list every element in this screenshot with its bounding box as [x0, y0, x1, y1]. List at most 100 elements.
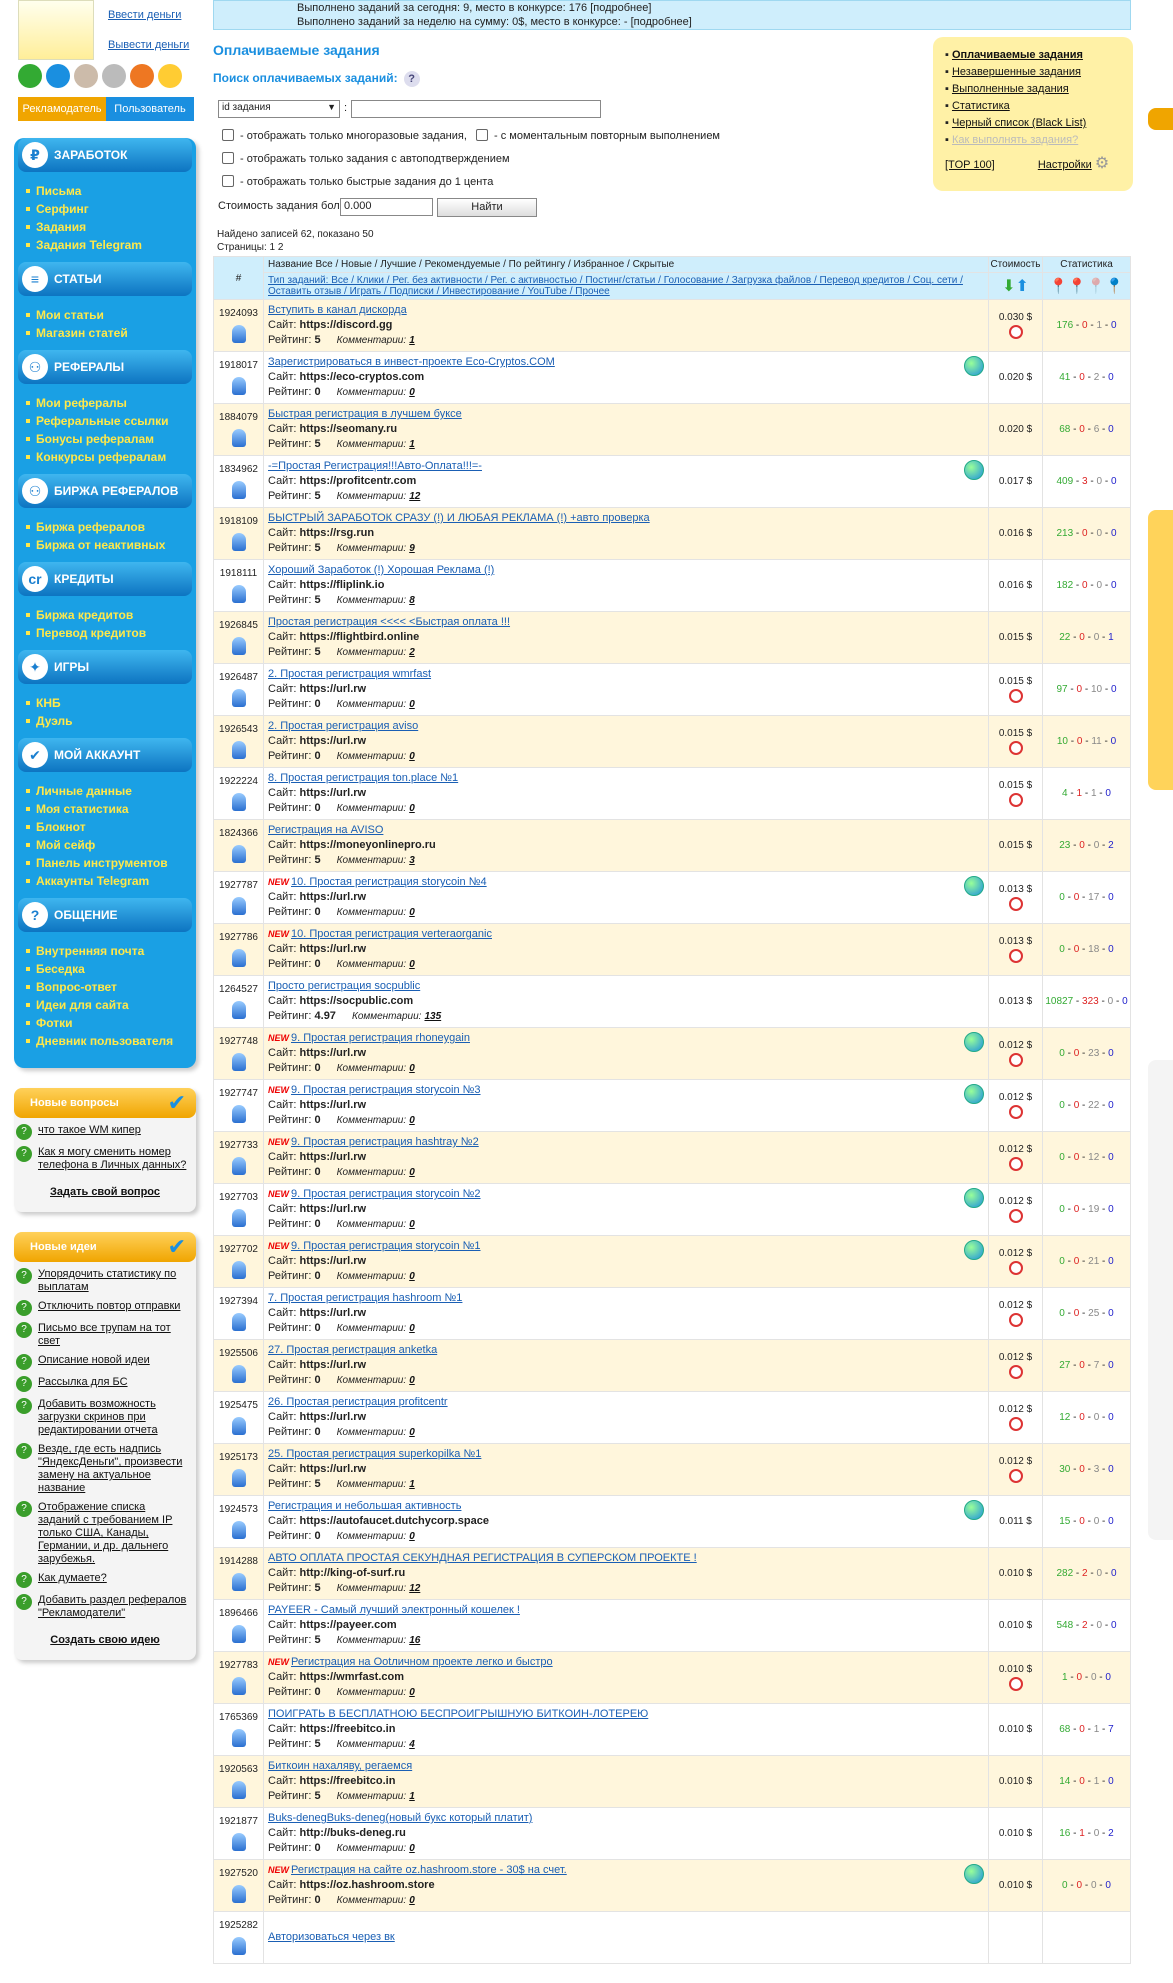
- help-icon[interactable]: ?: [403, 71, 420, 87]
- withdraw-link[interactable]: Вывести деньги: [108, 39, 189, 51]
- user-pin-icon[interactable]: [231, 741, 246, 759]
- comments-link[interactable]: 0: [409, 1219, 415, 1230]
- paid-tasks-link[interactable]: Оплачиваемые задания: [952, 49, 1083, 61]
- comments-link[interactable]: 1: [409, 1479, 415, 1490]
- role-user-tab[interactable]: Пользователь: [106, 97, 194, 121]
- menu-item[interactable]: Беседка: [34, 960, 196, 978]
- task-title-link[interactable]: Регистрация и небольшая активность: [268, 1500, 461, 1512]
- task-title-link[interactable]: 10. Простая регистрация verteraorganic: [291, 928, 492, 940]
- cost-input[interactable]: 0.000: [340, 198, 433, 216]
- unfinished-tasks-link[interactable]: Незавершенные задания: [952, 66, 1081, 78]
- gift-icon[interactable]: [130, 64, 154, 88]
- task-title-link[interactable]: Простая регистрация <<<< <Быстрая оплата…: [268, 616, 510, 628]
- pagination[interactable]: Страницы: 1 2: [217, 241, 374, 254]
- comments-link[interactable]: 0: [409, 1323, 415, 1334]
- red-pin-icon[interactable]: 📍: [1068, 278, 1087, 295]
- user-pin-icon[interactable]: [231, 325, 246, 343]
- fast-checkbox[interactable]: [222, 175, 234, 187]
- sidebar-link[interactable]: Упорядочить статистику по выплатам: [38, 1268, 188, 1294]
- user-pin-icon[interactable]: [231, 637, 246, 655]
- task-title-link[interactable]: 26. Простая регистрация profitcentr: [268, 1396, 448, 1408]
- user-pin-icon[interactable]: [231, 1417, 246, 1435]
- menu-section-header[interactable]: ⚇ БИРЖА РЕФЕРАЛОВ: [18, 474, 192, 508]
- gray-pin-icon[interactable]: 📍: [1087, 278, 1106, 295]
- menu-item[interactable]: Мои рефералы: [34, 394, 196, 412]
- task-title-link[interactable]: Зарегистрироваться в инвест-проекте Eco-…: [268, 356, 555, 368]
- user-pin-icon[interactable]: [231, 377, 246, 395]
- comments-link[interactable]: 0: [409, 1115, 415, 1126]
- comments-link[interactable]: 0: [409, 1063, 415, 1074]
- user-pin-icon[interactable]: [231, 1053, 246, 1071]
- blacklist-link[interactable]: Черный список (Black List): [952, 117, 1086, 129]
- user-pin-icon[interactable]: [231, 1625, 246, 1643]
- money-bag-icon[interactable]: [74, 64, 98, 88]
- menu-section-header[interactable]: ✔ МОЙ АККАУНТ: [18, 738, 192, 772]
- menu-item[interactable]: Дуэль: [34, 712, 196, 730]
- user-pin-icon[interactable]: [231, 845, 246, 863]
- menu-item[interactable]: Конкурсы рефералам: [34, 448, 196, 466]
- user-pin-icon[interactable]: [231, 793, 246, 811]
- task-title-link[interactable]: БЫСТРЫЙ ЗАРАБОТОК СРАЗУ (!) И ЛЮБАЯ РЕКЛ…: [268, 512, 650, 524]
- user-pin-icon[interactable]: [231, 1261, 246, 1279]
- user-pin-icon[interactable]: [231, 1157, 246, 1175]
- statistics-link[interactable]: Статистика: [952, 100, 1010, 112]
- comments-link[interactable]: 8: [409, 595, 415, 606]
- user-pin-icon[interactable]: [231, 1313, 246, 1331]
- user-pin-icon[interactable]: [231, 1469, 246, 1487]
- name-filter-row[interactable]: Название Все / Новые / Лучшие / Рекоменд…: [263, 256, 989, 273]
- sort-down-icon[interactable]: ⬇: [1002, 278, 1015, 295]
- menu-item[interactable]: Биржа от неактивных: [34, 536, 196, 554]
- menu-item[interactable]: Магазин статей: [34, 324, 196, 342]
- task-title-link[interactable]: ПОИГРАТЬ В БЕСПЛАТНОЮ БЕСПРОИГРЫШНУЮ БИТ…: [268, 1708, 648, 1720]
- task-title-link[interactable]: Регистрация на сайте oz.hashroom.store -…: [291, 1864, 567, 1876]
- menu-item[interactable]: Перевод кредитов: [34, 624, 196, 642]
- menu-item[interactable]: Биржа кредитов: [34, 606, 196, 624]
- task-title-link[interactable]: 10. Простая регистрация storycoin №4: [291, 876, 487, 888]
- sidebar-link[interactable]: Везде, где есть надпись "ЯндексДеньги", …: [38, 1443, 188, 1495]
- menu-section-header[interactable]: ₽ ЗАРАБОТОК: [18, 138, 192, 172]
- menu-section-header[interactable]: ⚇ РЕФЕРАЛЫ: [18, 350, 192, 384]
- notepad-icon[interactable]: [102, 64, 126, 88]
- menu-item[interactable]: Аккаунты Telegram: [34, 872, 196, 890]
- comments-link[interactable]: 12: [409, 491, 420, 502]
- task-title-link[interactable]: -=Простая Регистрация!!!Авто-Оплата!!!=-: [268, 460, 482, 472]
- task-title-link[interactable]: 7. Простая регистрация hashroom №1: [268, 1292, 462, 1304]
- comments-link[interactable]: 0: [409, 803, 415, 814]
- menu-item[interactable]: Панель инструментов: [34, 854, 196, 872]
- role-advertiser-tab[interactable]: Рекламодатель: [18, 97, 106, 121]
- comments-link[interactable]: 3: [409, 855, 415, 866]
- menu-item[interactable]: Реферальные ссылки: [34, 412, 196, 430]
- comments-link[interactable]: 0: [409, 1427, 415, 1438]
- sort-arrows[interactable]: ⬇⬆: [988, 272, 1043, 300]
- menu-item[interactable]: Блокнот: [34, 818, 196, 836]
- comments-link[interactable]: 0: [409, 1843, 415, 1854]
- comments-link[interactable]: 0: [409, 1531, 415, 1542]
- task-title-link[interactable]: Buks-denegBuks-deneg(новый букс который …: [268, 1812, 532, 1824]
- sidebar-link[interactable]: Отображение списка заданий с требованием…: [38, 1501, 188, 1566]
- multi-checkbox[interactable]: [222, 129, 234, 141]
- menu-item[interactable]: Бонусы рефералам: [34, 430, 196, 448]
- task-title-link[interactable]: Просто регистрация socpublic: [268, 980, 420, 992]
- user-pin-icon[interactable]: [231, 1885, 246, 1903]
- comments-link[interactable]: 12: [409, 1583, 420, 1594]
- menu-item[interactable]: Моя статистика: [34, 800, 196, 818]
- instant-repeat-checkbox[interactable]: [475, 129, 488, 141]
- user-pin-icon[interactable]: [231, 1677, 246, 1695]
- settings-link[interactable]: Настройки: [1038, 159, 1092, 171]
- task-title-link[interactable]: Вступить в канал дискорда: [268, 304, 407, 316]
- user-pin-icon[interactable]: [231, 1521, 246, 1539]
- menu-section-header[interactable]: ≡ СТАТЬИ: [18, 262, 192, 296]
- comments-link[interactable]: 0: [409, 1167, 415, 1178]
- menu-item[interactable]: Внутренняя почта: [34, 942, 196, 960]
- sidebar-link[interactable]: Как думаете?: [38, 1572, 107, 1588]
- user-pin-icon[interactable]: [231, 1105, 246, 1123]
- user-pin-icon[interactable]: [231, 689, 246, 707]
- task-title-link[interactable]: PAYEER - Самый лучший электронный кошеле…: [268, 1604, 520, 1616]
- comments-link[interactable]: 4: [409, 1739, 415, 1750]
- comments-link[interactable]: 1: [409, 439, 415, 450]
- menu-item[interactable]: Дневник пользователя: [34, 1032, 196, 1050]
- user-pin-icon[interactable]: [231, 1573, 246, 1591]
- green-pin-icon[interactable]: 📍: [1049, 278, 1068, 295]
- user-pin-icon[interactable]: [231, 1729, 246, 1747]
- user-pin-icon[interactable]: [231, 1209, 246, 1227]
